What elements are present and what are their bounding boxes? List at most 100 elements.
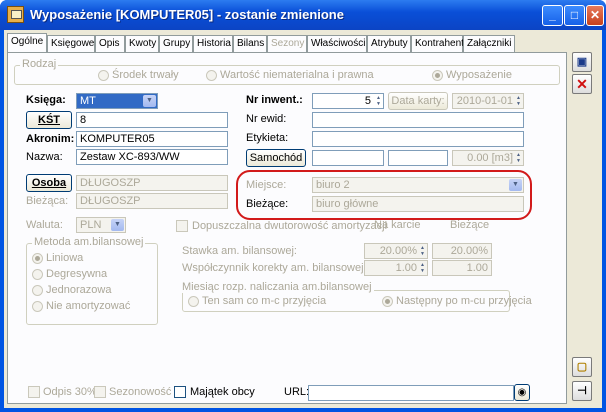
padlock-icon: ▢ — [576, 361, 588, 373]
tab-ksiegowe[interactable]: Księgowe — [47, 35, 95, 53]
radio-wyposazenie — [432, 70, 443, 81]
minimize-button[interactable]: _ — [542, 5, 563, 26]
radio-degresywna — [32, 269, 43, 280]
samochod-field-2[interactable] — [388, 150, 448, 166]
akronim-label: Akronim: — [26, 133, 75, 145]
data-karty-value: 2010-01-01 — [456, 95, 513, 107]
radio-degresywna-label: Degresywna — [46, 268, 108, 280]
tab-historia[interactable]: Historia — [193, 35, 233, 53]
lock-button[interactable]: ▢ — [572, 357, 592, 377]
radio-liniowa-label: Liniowa — [46, 252, 84, 264]
wsp-karta-value: 1.00 — [395, 262, 417, 274]
waluta-select: PLN ▼ — [76, 217, 126, 233]
col-na-karcie: Na karcie — [374, 219, 421, 231]
dwutorowosc-checkbox — [176, 220, 188, 232]
miejsce-select: biuro 2 ▼ — [312, 177, 524, 193]
nr-inwent-field[interactable]: 5 ▲ ▼ — [312, 93, 384, 109]
chevron-down-icon: ▼ — [143, 95, 156, 107]
miejsce-value: biuro 2 — [316, 179, 350, 191]
nr-ewid-field[interactable] — [312, 112, 524, 128]
osoba-field: DŁUGOSZP — [76, 175, 228, 191]
ksiega-value: MT — [80, 95, 96, 107]
stawka-karta-value: 20.00% — [379, 245, 417, 257]
tab-atrybuty[interactable]: Atrybuty — [367, 35, 411, 53]
radio-nastepny — [382, 296, 393, 307]
stawka-label: Stawka am. bilansowej: — [182, 245, 297, 257]
tab-kwoty[interactable]: Kwoty — [125, 35, 159, 53]
majatek-label: Majątek obcy — [190, 386, 255, 398]
radio-liniowa — [32, 253, 43, 264]
spinner-icon: ▲ ▼ — [420, 262, 425, 274]
biezaca-label: Bieżąca: — [26, 195, 69, 207]
radio-wartosc-niematerialna — [206, 70, 217, 81]
tab-zalaczniki[interactable]: Załączniki — [463, 35, 515, 53]
save-button[interactable]: ▣ — [572, 52, 592, 72]
col-biezace: Bieżące — [450, 219, 490, 231]
maximize-button[interactable]: □ — [564, 5, 585, 26]
tab-bilans[interactable]: Bilans — [233, 35, 267, 53]
ksiega-label: Księga: — [26, 94, 66, 106]
spinner-icon[interactable]: ▲ ▼ — [375, 95, 382, 107]
odpis-checkbox — [28, 386, 40, 398]
radio-nie-amortyzowac-label: Nie amortyzować — [46, 300, 131, 312]
floppy-disk-icon: ▣ — [576, 56, 588, 68]
tab-grupy[interactable]: Grupy — [159, 35, 193, 53]
wsp-biezacy-field: 1.00 — [432, 260, 492, 276]
wsp-karta-field: 1.00 ▲ ▼ — [364, 260, 428, 276]
kst-button[interactable]: KŚT — [26, 111, 72, 129]
nazwa-field[interactable]: Zestaw XC-893/WW — [76, 149, 228, 165]
waluta-label: Waluta: — [26, 219, 63, 231]
radio-ten-sam-label: Ten sam co m-c przyjęcia — [202, 295, 327, 307]
samochod-field-1[interactable] — [312, 150, 384, 166]
radio-wartosc-niematerialna-label: Wartość niematerialna i prawna — [220, 69, 374, 81]
stawka-karta-field: 20.00% ▲ ▼ — [364, 243, 428, 259]
tab-kontrahent[interactable]: Kontrahent — [411, 35, 464, 53]
pin-button[interactable]: ⊣ — [572, 381, 592, 401]
tab-wlasciwosci[interactable]: Właściwości — [307, 35, 367, 53]
radio-srodek-trwaly — [98, 70, 109, 81]
metoda-label: Metoda am.bilansowej — [32, 236, 146, 248]
biezace-label: Bieżące: — [246, 198, 289, 210]
rodzaj-label: Rodzaj — [20, 58, 59, 70]
pojemnosc-value: 0.00 [m3] — [467, 152, 513, 164]
app-icon — [7, 6, 24, 23]
client-area: Ogólne Księgowe Opis Kwoty Grupy Histori… — [4, 30, 602, 408]
radio-nie-amortyzowac — [32, 301, 43, 312]
close-button[interactable]: ✕ — [586, 5, 604, 26]
tab-opis[interactable]: Opis — [95, 35, 125, 53]
chevron-down-icon: ▼ — [111, 219, 124, 231]
etykieta-field[interactable] — [312, 131, 524, 147]
osoba-button[interactable]: Osoba — [26, 174, 72, 192]
globe-icon[interactable]: ◉ — [514, 384, 530, 401]
radio-wyposazenie-label: Wyposażenie — [446, 69, 512, 81]
red-x-icon: ✕ — [576, 76, 588, 92]
waluta-value: PLN — [80, 219, 102, 231]
wspolczynnik-label: Współczynnik korekty am. bilansowej: — [182, 262, 367, 274]
url-field[interactable] — [308, 385, 514, 401]
data-karty-field: 2010-01-01 ▲ ▼ — [452, 93, 524, 109]
nr-ewid-label: Nr ewid: — [246, 113, 287, 125]
miejsce-label: Miejsce: — [246, 179, 287, 191]
radio-srodek-trwaly-label: Środek trwały — [112, 69, 179, 81]
chevron-down-icon: ▼ — [509, 179, 522, 191]
akronim-field[interactable]: KOMPUTER05 — [76, 131, 228, 147]
dwutorowosc-label: Dopuszczalna dwutorowość amortyzacji — [192, 220, 388, 232]
majatek-checkbox[interactable] — [174, 386, 186, 398]
samochod-button[interactable]: Samochód — [246, 149, 306, 167]
ksiega-select[interactable]: MT ▼ — [76, 93, 158, 109]
biezaca-field: DŁUGOSZP — [76, 193, 228, 209]
tab-sezony: Sezony — [267, 35, 307, 53]
tab-ogolne[interactable]: Ogólne — [7, 33, 47, 54]
nazwa-label: Nazwa: — [26, 151, 63, 163]
data-karty-button: Data karty: — [388, 92, 448, 110]
stawka-biezaca-field: 20.00% — [432, 243, 492, 259]
tab-panel-ogolne: Rodzaj Środek trwały Wartość niematerial… — [7, 52, 567, 404]
kst-field[interactable]: 8 — [76, 112, 228, 128]
radio-jednorazowa-label: Jednorazowa — [46, 284, 112, 296]
spinner-icon: ▲ ▼ — [516, 95, 521, 107]
url-label: URL: — [284, 386, 310, 398]
pojemnosc-field: 0.00 [m3] ▲ ▼ — [452, 150, 524, 166]
title-bar: Wyposażenie [KOMPUTER05] - zostanie zmie… — [0, 0, 606, 30]
cancel-button[interactable]: ✕ — [572, 74, 592, 94]
pin-icon: ⊣ — [577, 385, 587, 397]
